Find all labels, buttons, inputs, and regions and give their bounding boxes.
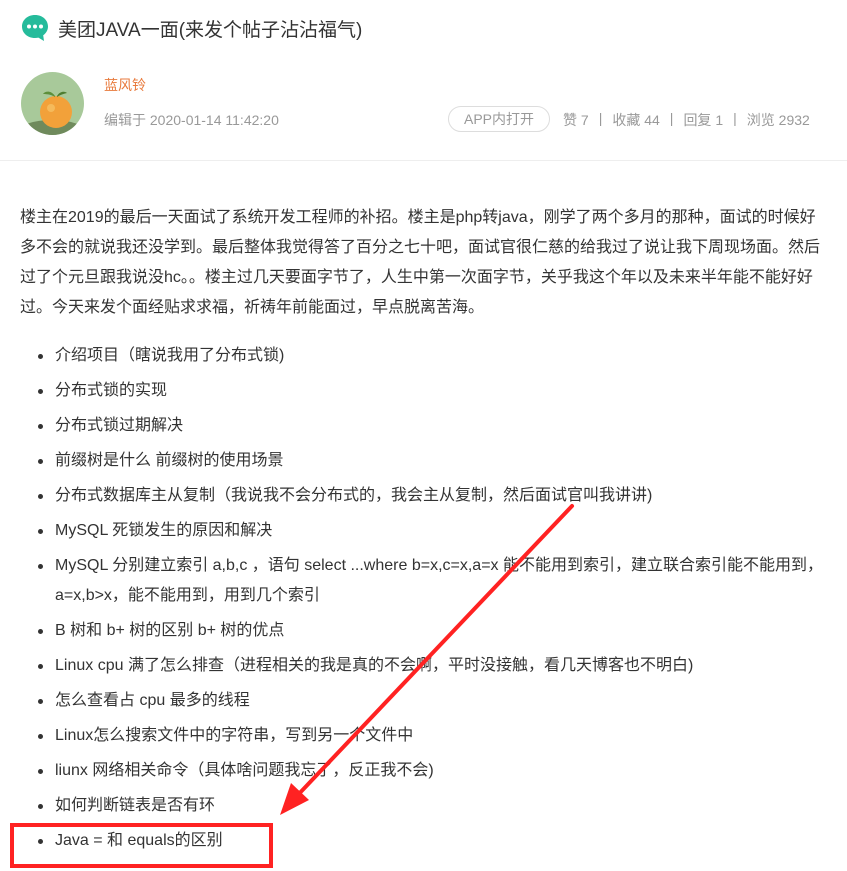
stat-views: 浏览 2932 xyxy=(746,112,810,128)
stat-favorites[interactable]: 收藏 44 xyxy=(612,110,659,130)
list-item: liunx 网络相关命令（具体啥问题我忘了，反正我不会) xyxy=(20,756,835,786)
post-title-row: 美团JAVA一面(来发个帖子沾沾福气) xyxy=(20,12,362,44)
list-item: Linux cpu 满了怎么排查（进程相关的我是真的不会啊，平时没接触，看几天博… xyxy=(20,651,835,681)
chat-bubble-icon xyxy=(22,15,48,41)
list-item: 介绍项目（瞎说我用了分布式锁) xyxy=(20,341,835,371)
list-item: 分布式锁的实现 xyxy=(20,376,835,406)
list-item: 前缀树是什么 前缀树的使用场景 xyxy=(20,446,835,476)
open-in-app-button[interactable]: APP内打开 xyxy=(448,106,550,132)
list-item: 怎么查看占 cpu 最多的线程 xyxy=(20,686,835,716)
post-intro: 楼主在2019的最后一天面试了系统开发工程师的补招。楼主是php转java，刚学… xyxy=(20,209,821,316)
author-name[interactable]: 蓝风铃 xyxy=(104,75,146,95)
stat-likes[interactable]: 赞 7 xyxy=(563,110,589,130)
edit-timestamp: 编辑于 2020-01-14 11:42:20 xyxy=(104,112,279,128)
list-item: Java = 和 equals的区别 xyxy=(20,826,835,856)
header-divider xyxy=(0,160,847,161)
divider: | xyxy=(669,110,674,126)
stat-replies[interactable]: 回复 1 xyxy=(683,110,723,130)
post-stats: 赞 7 | 收藏 44 | 回复 1 | 浏览 2932 xyxy=(563,110,810,130)
post-title: 美团JAVA一面(来发个帖子沾沾福气) xyxy=(58,19,363,41)
avatar[interactable] xyxy=(21,72,84,135)
list-item: MySQL 分别建立索引 a,b,c ，语句 select ...where b… xyxy=(20,551,835,611)
list-item: Linux怎么搜索文件中的字符串，写到另一个文件中 xyxy=(20,721,835,751)
question-list: 介绍项目（瞎说我用了分布式锁) 分布式锁的实现 分布式锁过期解决 前缀树是什么 … xyxy=(20,341,835,861)
list-item: B 树和 b+ 树的区别 b+ 树的优点 xyxy=(20,616,835,646)
list-item: 分布式锁过期解决 xyxy=(20,411,835,441)
list-item: 如何判断链表是否有环 xyxy=(20,791,835,821)
list-item: 分布式数据库主从复制（我说我不会分布式的，我会主从复制，然后面试官叫我讲讲) xyxy=(20,481,835,511)
orange-avatar-icon xyxy=(21,72,84,135)
divider: | xyxy=(733,110,737,126)
list-item: MySQL 死锁发生的原因和解决 xyxy=(20,516,835,546)
divider: | xyxy=(598,110,603,126)
